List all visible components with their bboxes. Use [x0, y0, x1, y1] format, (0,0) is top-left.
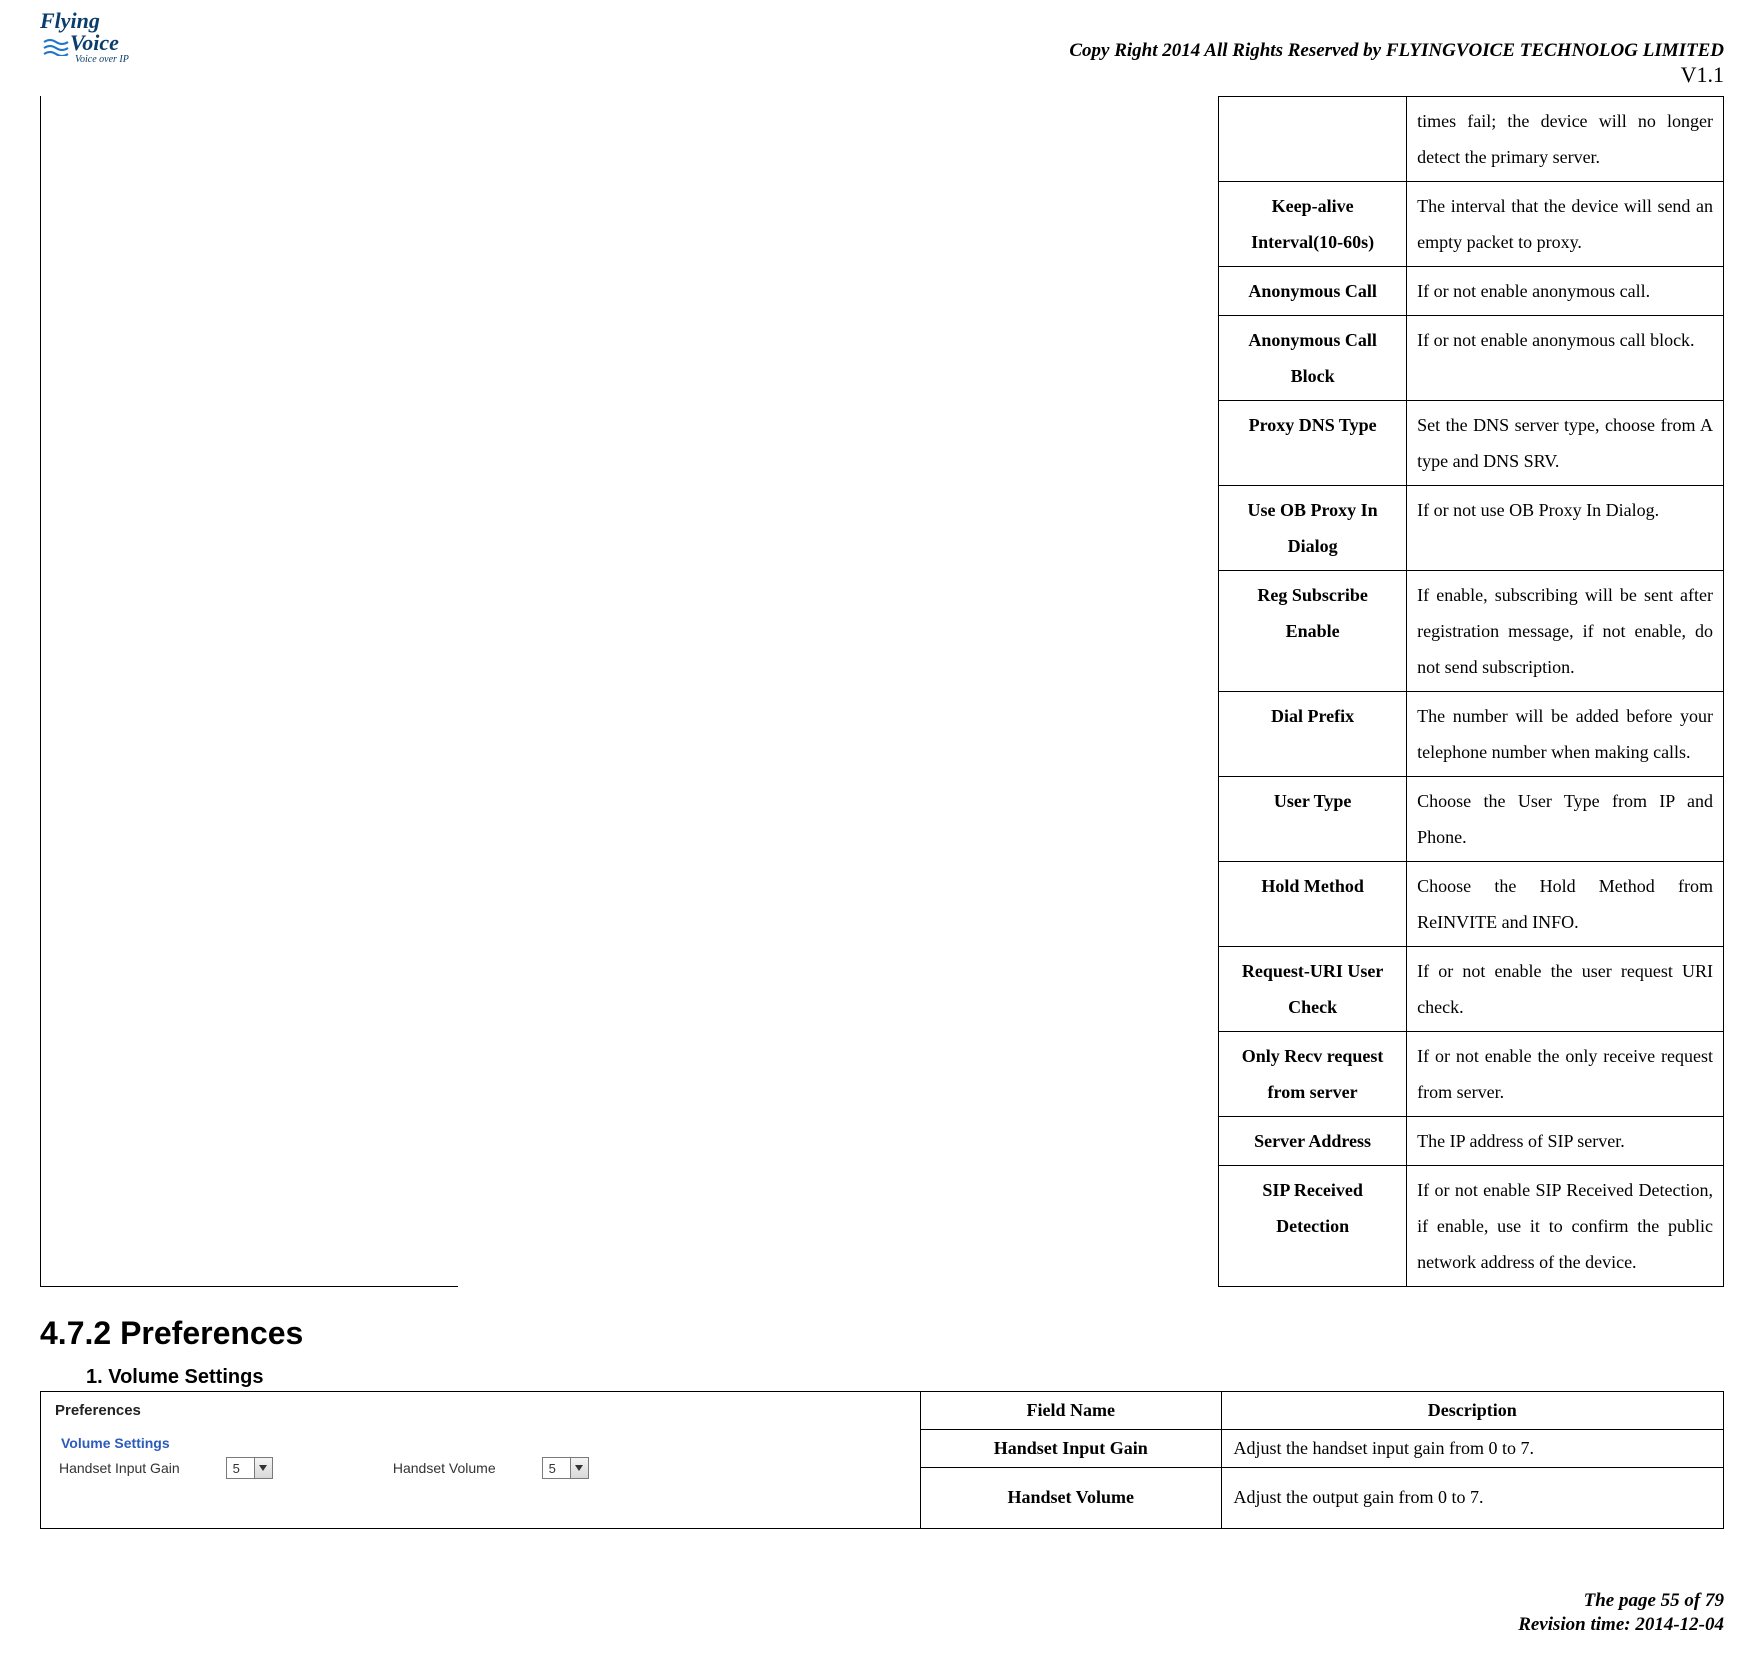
version-text: V1.1	[160, 62, 1724, 88]
section-heading: 4.7.2 Preferences	[40, 1315, 1724, 1352]
dropdown-icon	[570, 1458, 588, 1478]
logo-subtitle: Voice over IP	[75, 54, 160, 65]
cell-description: If enable, subscribing will be sent afte…	[1407, 571, 1724, 692]
cell-field-name: Server Address	[1219, 1117, 1407, 1166]
logo-text-line1: Flying	[40, 10, 160, 32]
cell-field-name: Reg Subscribe Enable	[1219, 571, 1407, 692]
cell-description: The interval that the device will send a…	[1407, 182, 1724, 267]
page-footer: The page 55 of 79 Revision time: 2014-12…	[40, 1589, 1724, 1638]
cell-description: If or not use OB Proxy In Dialog.	[1407, 486, 1724, 571]
cell-description: Adjust the output gain from 0 to 7.	[1221, 1468, 1723, 1528]
col-header-field-name: Field Name	[921, 1392, 1221, 1430]
table-row: Server AddressThe IP address of SIP serv…	[1219, 1117, 1724, 1166]
cell-field-name: Keep-alive Interval(10-60s)	[1219, 182, 1407, 267]
col-header-description: Description	[1221, 1392, 1723, 1430]
handset-volume-label: Handset Volume	[393, 1460, 496, 1476]
footer-revision: Revision time: 2014-12-04	[40, 1613, 1724, 1638]
sub-heading: 1. Volume Settings	[86, 1366, 1724, 1389]
cell-field-name: Proxy DNS Type	[1219, 401, 1407, 486]
copyright-text: Copy Right 2014 All Rights Reserved by F…	[160, 40, 1724, 62]
table-row: Keep-alive Interval(10-60s)The interval …	[1219, 182, 1724, 267]
footer-page: The page 55 of 79	[40, 1589, 1724, 1614]
cell-field-name: Request-URI User Check	[1219, 947, 1407, 1032]
preferences-screenshot: Preferences Volume Settings Handset Inpu…	[41, 1392, 921, 1528]
cell-field-name: Dial Prefix	[1219, 692, 1407, 777]
handset-input-gain-value: 5	[227, 1461, 254, 1476]
top-table-left-pad	[40, 96, 458, 1287]
cell-description: If or not enable anonymous call.	[1407, 267, 1724, 316]
table-row: Request-URI User CheckIf or not enable t…	[1219, 947, 1724, 1032]
handset-volume-select[interactable]: 5	[542, 1457, 589, 1479]
volume-description-table: Field Name Description Handset Input Gai…	[921, 1392, 1723, 1528]
table-row: Use OB Proxy In DialogIf or not use OB P…	[1219, 486, 1724, 571]
cell-description: Choose the Hold Method from ReINVITE and…	[1407, 862, 1724, 947]
cell-field-name: Handset Input Gain	[921, 1430, 1221, 1468]
cell-field-name	[1219, 97, 1407, 182]
cell-description: times fail; the device will no longer de…	[1407, 97, 1724, 182]
cell-field-name: Use OB Proxy In Dialog	[1219, 486, 1407, 571]
table-row: Only Recv request from serverIf or not e…	[1219, 1032, 1724, 1117]
table-row: Hold MethodChoose the Hold Method from R…	[1219, 862, 1724, 947]
cell-field-name: Anonymous Call	[1219, 267, 1407, 316]
table-row: Proxy DNS TypeSet the DNS server type, c…	[1219, 401, 1724, 486]
cell-description: The IP address of SIP server.	[1407, 1117, 1724, 1166]
table-row: Handset Input Gain Adjust the handset in…	[921, 1430, 1723, 1468]
cell-description: If or not enable the user request URI ch…	[1407, 947, 1724, 1032]
cell-description: If or not enable anonymous call block.	[1407, 316, 1724, 401]
cell-field-name: Handset Volume	[921, 1468, 1221, 1528]
cell-field-name: Hold Method	[1219, 862, 1407, 947]
logo-text-line2: Voice	[70, 32, 160, 54]
table-header-row: Field Name Description	[921, 1392, 1723, 1430]
handset-input-gain-label: Handset Input Gain	[59, 1460, 180, 1476]
table-row: Reg Subscribe EnableIf enable, subscribi…	[1219, 571, 1724, 692]
logo: Flying Voice Voice over IP	[40, 10, 160, 70]
handset-input-gain-field: Handset Input Gain 5	[59, 1457, 273, 1479]
table-row: times fail; the device will no longer de…	[1219, 97, 1724, 182]
cell-field-name: Anonymous Call Block	[1219, 316, 1407, 401]
preferences-block: Preferences Volume Settings Handset Inpu…	[40, 1391, 1724, 1529]
volume-settings-legend: Volume Settings	[55, 1435, 906, 1451]
dropdown-icon	[254, 1458, 272, 1478]
table-row: Anonymous Call BlockIf or not enable ano…	[1219, 316, 1724, 401]
header-right: Copy Right 2014 All Rights Reserved by F…	[160, 10, 1724, 88]
preferences-panel-title: Preferences	[55, 1402, 906, 1419]
table-row: SIP Received DetectionIf or not enable S…	[1219, 1166, 1724, 1287]
voice-wave-icon	[42, 38, 70, 56]
cell-field-name: SIP Received Detection	[1219, 1166, 1407, 1287]
cell-description: Adjust the handset input gain from 0 to …	[1221, 1430, 1723, 1468]
handset-input-gain-select[interactable]: 5	[226, 1457, 273, 1479]
table-row: User TypeChoose the User Type from IP an…	[1219, 777, 1724, 862]
page-header: Flying Voice Voice over IP Copy Right 20…	[40, 10, 1724, 88]
cell-field-name: Only Recv request from server	[1219, 1032, 1407, 1117]
field-description-table: times fail; the device will no longer de…	[1218, 96, 1724, 1287]
cell-field-name: User Type	[1219, 777, 1407, 862]
cell-description: Set the DNS server type, choose from A t…	[1407, 401, 1724, 486]
cell-description: The number will be added before your tel…	[1407, 692, 1724, 777]
handset-volume-value: 5	[543, 1461, 570, 1476]
cell-description: If or not enable SIP Received Detection,…	[1407, 1166, 1724, 1287]
table-row: Anonymous CallIf or not enable anonymous…	[1219, 267, 1724, 316]
top-table-wrap: times fail; the device will no longer de…	[40, 96, 1724, 1287]
cell-description: If or not enable the only receive reques…	[1407, 1032, 1724, 1117]
cell-description: Choose the User Type from IP and Phone.	[1407, 777, 1724, 862]
table-row: Dial PrefixThe number will be added befo…	[1219, 692, 1724, 777]
table-row: Handset Volume Adjust the output gain fr…	[921, 1468, 1723, 1528]
handset-volume-field: Handset Volume 5	[393, 1457, 589, 1479]
